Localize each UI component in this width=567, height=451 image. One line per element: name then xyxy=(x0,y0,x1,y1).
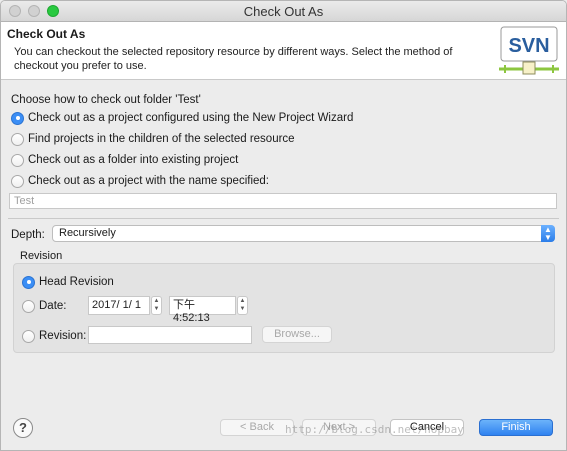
watermark: http://blog.csdn.net/hopbay xyxy=(285,423,464,436)
radio-folder-existing-project[interactable] xyxy=(11,153,24,167)
option-label: Check out as a folder into existing proj… xyxy=(28,154,239,166)
option-label: Check out as a project with the name spe… xyxy=(28,175,269,187)
radio-project-name-specified[interactable] xyxy=(11,174,24,188)
option-find-projects[interactable]: Find projects in the children of the sel… xyxy=(11,131,295,147)
option-head-revision[interactable]: Head Revision xyxy=(22,274,114,290)
help-button[interactable]: ? xyxy=(13,418,33,438)
date-label: Date: xyxy=(39,300,67,312)
radio-revision[interactable] xyxy=(22,329,35,343)
option-label: Find projects in the children of the sel… xyxy=(28,133,295,145)
time-stepper[interactable]: ▲ ▼ xyxy=(237,296,248,315)
radio-new-project-wizard[interactable] xyxy=(11,111,24,125)
help-icon: ? xyxy=(19,420,27,435)
title-bar: Check Out As xyxy=(1,1,566,22)
depth-select[interactable]: Recursively ▲ ▼ xyxy=(52,225,555,242)
browse-button[interactable]: Browse... xyxy=(262,326,332,343)
window-title: Check Out As xyxy=(243,4,324,19)
wizard-header: Check Out As You can checkout the select… xyxy=(1,22,566,80)
radio-head-revision[interactable] xyxy=(22,275,35,289)
option-folder-existing-project[interactable]: Check out as a folder into existing proj… xyxy=(11,152,238,168)
depth-label: Depth: xyxy=(11,229,45,241)
depth-value: Recursively xyxy=(59,227,116,239)
radio-find-projects[interactable] xyxy=(11,132,24,146)
checkout-prompt: Choose how to check out folder 'Test' xyxy=(11,94,201,106)
date-stepper[interactable]: ▲ ▼ xyxy=(151,296,162,315)
separator xyxy=(8,218,559,219)
option-revision[interactable]: Revision: xyxy=(22,328,86,344)
project-name-input[interactable]: Test xyxy=(9,193,557,209)
chevron-updown-icon: ▲ ▼ xyxy=(541,225,555,242)
option-date[interactable]: Date: xyxy=(22,298,67,314)
option-new-project-wizard[interactable]: Check out as a project configured using … xyxy=(11,110,353,126)
option-project-name-specified[interactable]: Check out as a project with the name spe… xyxy=(11,173,269,189)
svn-logo-text: SVN xyxy=(508,35,549,57)
revision-number-label: Revision: xyxy=(39,330,87,342)
back-button[interactable]: < Back xyxy=(220,419,294,436)
option-label: Check out as a project configured using … xyxy=(28,112,354,124)
svn-logo-icon: SVN xyxy=(499,26,559,75)
header-description: You can checkout the selected repository… xyxy=(14,46,453,72)
check-out-as-dialog: Check Out As Check Out As You can checko… xyxy=(0,0,567,451)
head-revision-label: Head Revision xyxy=(39,276,114,288)
revision-group: Head Revision Date: 2017/ 1/ 1 ▲ ▼ 下午 4:5… xyxy=(13,263,555,353)
revision-group-label: Revision xyxy=(20,250,63,262)
date-field[interactable]: 2017/ 1/ 1 xyxy=(88,296,150,315)
revision-number-input[interactable] xyxy=(88,326,252,344)
header-title: Check Out As xyxy=(7,27,86,41)
finish-button[interactable]: Finish xyxy=(479,419,553,436)
time-field[interactable]: 下午 4:52:13 xyxy=(169,296,236,324)
radio-date[interactable] xyxy=(22,299,35,313)
